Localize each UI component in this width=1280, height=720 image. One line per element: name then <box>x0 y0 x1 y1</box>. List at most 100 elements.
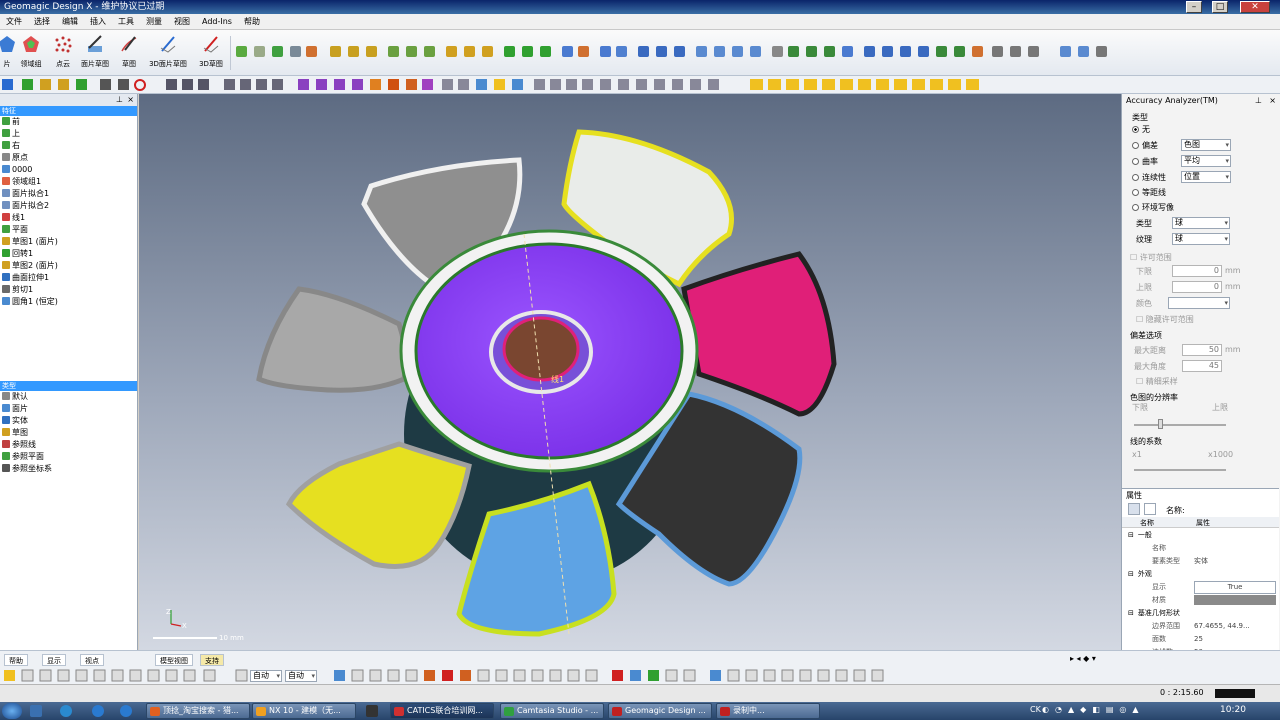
tree-item[interactable]: 面片拟合2 <box>0 200 137 212</box>
collapse-icon[interactable]: ⊟ <box>1128 609 1134 617</box>
property-group[interactable]: ⊟ 基准几何形状 <box>1122 607 1279 620</box>
line-coef-slider[interactable] <box>1134 469 1226 471</box>
tree-item[interactable]: 面片拟合1 <box>0 188 137 200</box>
media-player-icon[interactable] <box>366 705 378 717</box>
pin-icon[interactable]: ⊥ <box>1255 96 1262 105</box>
menu-addins[interactable]: Add-Ins <box>196 14 238 30</box>
chrome-icon[interactable] <box>60 705 72 717</box>
max-angle-input[interactable]: 45 <box>1182 360 1222 372</box>
blade-grey-left[interactable] <box>256 286 409 393</box>
property-row[interactable]: 要素类型 实体 <box>1122 555 1279 568</box>
tree-item[interactable]: 领域组1 <box>0 176 137 188</box>
ie-icon[interactable] <box>92 705 104 717</box>
resolution-slider[interactable] <box>1134 424 1226 426</box>
taskbar-item[interactable]: 顶捻_淘宝搜索 - 猎... <box>146 703 250 719</box>
collapse-icon[interactable]: ⊟ <box>1128 570 1134 578</box>
tab-support[interactable]: 支持 <box>200 654 224 666</box>
radio-deviation[interactable]: 偏差 <box>1132 140 1158 151</box>
tree-item[interactable]: 剪切1 <box>0 284 137 296</box>
explorer-icon[interactable] <box>30 705 42 717</box>
fine-sample-checkbox[interactable]: ☐ 精细采样 <box>1136 376 1178 387</box>
tab-viewpoint[interactable]: 视点 <box>80 654 104 666</box>
resolution-slider-handle[interactable] <box>1158 419 1163 429</box>
type-tree-item[interactable]: 草图 <box>0 427 137 439</box>
pin-icon[interactable]: ⊥ <box>116 94 123 106</box>
tab-model-view[interactable]: 模型视图 <box>155 654 193 666</box>
tree-item[interactable]: 线1 <box>0 212 137 224</box>
radio-continuity[interactable]: 连续性 <box>1132 172 1166 183</box>
toolbar-icons[interactable] <box>0 78 990 92</box>
collapse-icon[interactable]: ⊟ <box>1128 531 1134 539</box>
ribbon-button-3d-mesh-sketch[interactable]: 3D面片草图 <box>148 34 188 74</box>
tree-item[interactable]: 圆角1 (恒定) <box>0 296 137 308</box>
input-language[interactable]: CK <box>1030 705 1041 714</box>
feature-tree-header[interactable]: 特征 <box>0 106 137 116</box>
tab-help[interactable]: 帮助 <box>4 654 28 666</box>
ribbon-button-sketch[interactable]: 草图 <box>112 34 146 74</box>
menu-measure[interactable]: 测量 <box>140 14 168 30</box>
property-row[interactable]: 名称 <box>1122 542 1279 555</box>
max-distance-input[interactable]: 50 <box>1182 344 1222 356</box>
property-row[interactable]: 边界范围 67.4655, 44.9... <box>1122 620 1279 633</box>
tree-item[interactable]: 草图1 (面片) <box>0 236 137 248</box>
maximize-button[interactable]: □ <box>1212 1 1228 13</box>
ribbon-small-tools[interactable] <box>236 44 1126 60</box>
tolerance-checkbox[interactable]: ☐ 许可范围 <box>1130 252 1172 263</box>
tray-icons[interactable]: ◐◔▲◆◧▤◎▲ <box>1042 705 1145 714</box>
filter-mode-combo[interactable]: 自动 <box>285 670 317 682</box>
menu-file[interactable]: 文件 <box>0 14 28 30</box>
sort-alpha-icon[interactable] <box>1144 503 1156 515</box>
minimize-button[interactable]: – <box>1186 1 1202 13</box>
color-picker[interactable] <box>1168 297 1230 309</box>
tree-item[interactable]: 右 <box>0 140 137 152</box>
lower-limit-input[interactable]: 0 <box>1172 265 1222 277</box>
continuity-combo[interactable]: 位置 <box>1181 171 1231 183</box>
blade-magenta[interactable] <box>681 251 837 417</box>
tree-item[interactable]: 前 <box>0 116 137 128</box>
menu-select[interactable]: 选择 <box>28 14 56 30</box>
radio-isoline[interactable]: 等距线 <box>1132 187 1166 198</box>
tree-item[interactable]: 上 <box>0 128 137 140</box>
property-row[interactable]: 面数 25 <box>1122 633 1279 646</box>
close-icon[interactable]: × <box>1269 96 1276 105</box>
tree-item[interactable]: 0000 <box>0 164 137 176</box>
property-group[interactable]: ⊟ 一般 <box>1122 529 1279 542</box>
type-tree-item[interactable]: 参照线 <box>0 439 137 451</box>
property-row[interactable]: 显示 True <box>1122 581 1279 594</box>
deviation-combo[interactable]: 色图 <box>1181 139 1231 151</box>
blade-yellow[interactable] <box>285 441 472 569</box>
type-tree-header[interactable]: 类型 <box>0 381 137 391</box>
tree-item[interactable]: 平面 <box>0 224 137 236</box>
type-tree-item[interactable]: 参照平面 <box>0 451 137 463</box>
taskbar-item[interactable]: Geomagic Design ... <box>608 703 712 719</box>
sort-category-icon[interactable] <box>1128 503 1140 515</box>
tree-item[interactable]: 原点 <box>0 152 137 164</box>
select-mode-combo[interactable]: 自动 <box>250 670 282 682</box>
taskbar-item[interactable]: CATICS联合培训网... <box>390 703 494 719</box>
tree-item[interactable]: 草图2 (面片) <box>0 260 137 272</box>
tree-item[interactable]: 回转1 <box>0 248 137 260</box>
type-tree-item[interactable]: 实体 <box>0 415 137 427</box>
taskbar-item[interactable]: Camtasia Studio - ... <box>500 703 604 719</box>
type-tree-item[interactable]: 参照坐标系 <box>0 463 137 475</box>
ribbon-button-3d-sketch[interactable]: 3D草图 <box>194 34 228 74</box>
fan-model[interactable]: 线1 Z X 10 mm <box>139 94 1121 650</box>
type-tree-item[interactable]: 面片 <box>0 403 137 415</box>
menu-view[interactable]: 视图 <box>168 14 196 30</box>
ribbon-button-region-group[interactable]: 领域组 <box>14 34 48 74</box>
menu-help[interactable]: 帮助 <box>238 14 266 30</box>
radio-curvature[interactable]: 曲率 <box>1132 156 1158 167</box>
type-tree-item[interactable]: 默认 <box>0 391 137 403</box>
taskbar-item[interactable]: NX 10 - 建模（无... <box>252 703 356 719</box>
property-group[interactable]: ⊟ 外观 <box>1122 568 1279 581</box>
start-button[interactable] <box>2 703 22 719</box>
property-row[interactable]: 材质 <box>1122 594 1279 607</box>
hide-tolerance-checkbox[interactable]: ☐ 隐藏许可范围 <box>1136 314 1194 325</box>
upper-limit-input[interactable]: 0 <box>1172 281 1222 293</box>
kind-combo[interactable]: 球 <box>1172 217 1230 229</box>
close-button[interactable]: ✕ <box>1240 1 1270 13</box>
3d-viewport[interactable]: 线1 Z X 10 mm <box>139 94 1121 650</box>
curvature-combo[interactable]: 平均 <box>1181 155 1231 167</box>
ribbon-button-mesh-sketch[interactable]: 面片草图 <box>78 34 112 74</box>
bottom-icons[interactable] <box>0 669 1120 683</box>
